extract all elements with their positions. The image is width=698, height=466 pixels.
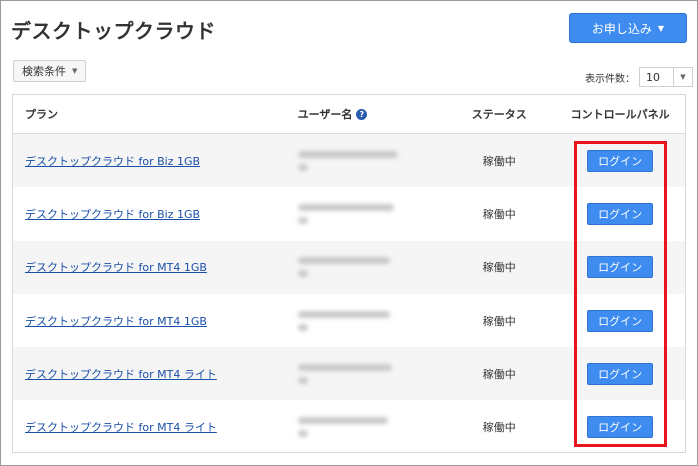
- table-row: デスクトップクラウド for MT4 1GB 稼働中 ログイン: [13, 293, 685, 348]
- page-title: デスクトップクラウド: [11, 19, 216, 43]
- login-button[interactable]: ログイン: [587, 416, 654, 439]
- per-page-control: 表示件数： 10 ▼: [585, 67, 693, 87]
- redacted-username: [297, 310, 390, 331]
- status-text: 稼働中: [482, 421, 516, 435]
- apply-button-label: お申し込み: [591, 21, 652, 36]
- status-text: 稼働中: [482, 207, 516, 221]
- plan-link[interactable]: デスクトップクラウド for MT4 1GB: [25, 261, 207, 274]
- status-text: 稼働中: [482, 314, 516, 328]
- table-row: デスクトップクラウド for Biz 1GB 稼働中 ログイン: [13, 187, 685, 241]
- status-text: 稼働中: [482, 154, 516, 168]
- table-row: デスクトップクラウド for MT4 1GB 稼働中 ログイン: [13, 240, 685, 294]
- redacted-username: [297, 203, 394, 224]
- search-filter-label: 検索条件: [22, 65, 66, 78]
- table-row: デスクトップクラウド for MT4 ライト 稼働中 ログイン: [13, 400, 685, 452]
- plan-link[interactable]: デスクトップクラウド for MT4 ライト: [25, 368, 217, 381]
- redacted-username: [297, 257, 390, 278]
- per-page-value: 10: [646, 70, 660, 84]
- login-button[interactable]: ログイン: [587, 256, 654, 279]
- login-button[interactable]: ログイン: [587, 309, 654, 332]
- apply-button[interactable]: お申し込み ▼: [569, 13, 687, 43]
- header-user: ユーザー名 ?: [286, 106, 444, 122]
- plan-link[interactable]: デスクトップクラウド for Biz 1GB: [25, 208, 200, 221]
- per-page-select[interactable]: 10 ▼: [639, 67, 693, 87]
- login-button[interactable]: ログイン: [587, 362, 654, 385]
- caret-down-icon: ▼: [72, 67, 78, 75]
- redacted-username: [297, 150, 398, 171]
- header-status: ステータス: [471, 108, 527, 121]
- status-text: 稼働中: [482, 367, 516, 381]
- header-control-panel: コントロールパネル: [570, 108, 670, 121]
- header-user-label: ユーザー名: [297, 108, 353, 121]
- table-row: デスクトップクラウド for MT4 ライト 稼働中 ログイン: [13, 347, 685, 401]
- plan-link[interactable]: デスクトップクラウド for MT4 1GB: [25, 315, 207, 328]
- redacted-username: [297, 363, 392, 384]
- caret-down-icon: ▼: [673, 68, 692, 86]
- login-button[interactable]: ログイン: [587, 202, 654, 225]
- search-filter-button[interactable]: 検索条件 ▼: [13, 60, 87, 82]
- caret-down-icon: ▼: [657, 23, 665, 33]
- header-plan: プラン: [25, 108, 58, 121]
- plan-table: プラン ユーザー名 ? ステータス コントロールパネル デスクトップクラウド f…: [12, 94, 686, 453]
- login-button[interactable]: ログイン: [587, 149, 654, 172]
- status-text: 稼働中: [482, 261, 516, 275]
- table-row: デスクトップクラウド for Biz 1GB 稼働中 ログイン: [13, 134, 685, 188]
- question-circle-icon[interactable]: ?: [356, 108, 368, 120]
- plan-link[interactable]: デスクトップクラウド for MT4 ライト: [25, 421, 217, 434]
- redacted-username: [297, 417, 388, 438]
- plan-link[interactable]: デスクトップクラウド for Biz 1GB: [25, 155, 200, 168]
- table-body: デスクトップクラウド for Biz 1GB 稼働中 ログイン デスクトップクラ…: [13, 134, 685, 452]
- per-page-label: 表示件数：: [585, 73, 635, 85]
- table-header: プラン ユーザー名 ? ステータス コントロールパネル: [13, 95, 685, 134]
- window-frame: デスクトップクラウド お申し込み ▼ 検索条件 ▼ 表示件数： 10 ▼ プラン…: [0, 0, 698, 466]
